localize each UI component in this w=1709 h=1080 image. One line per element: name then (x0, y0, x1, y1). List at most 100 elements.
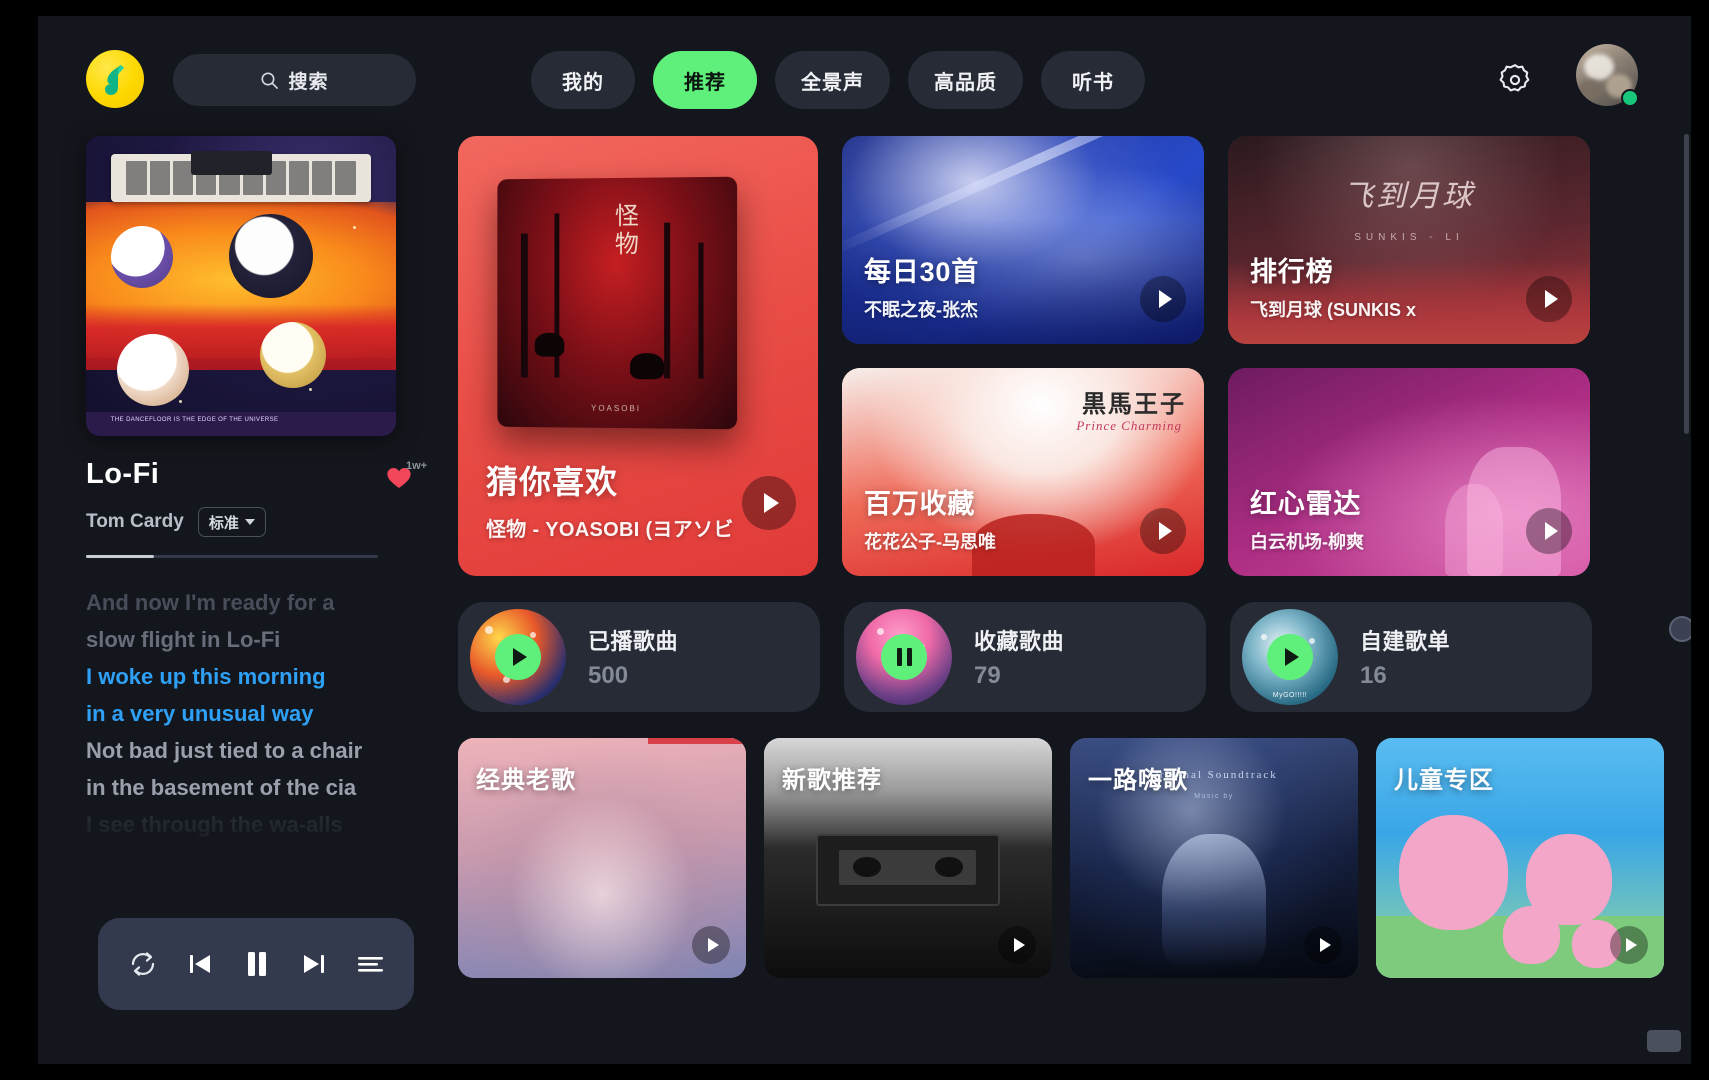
stat-card-own-playlists[interactable]: MyGO!!!!! 自建歌单 16 (1230, 602, 1592, 712)
card-title: 猜你喜欢 (486, 464, 619, 500)
card-texts: 猜你喜欢 怪物 - YOASOBI (ヨアソビ (486, 457, 734, 542)
card-art-title: 飞到月球 (1343, 180, 1475, 214)
qq-music-note-logo[interactable] (86, 50, 144, 108)
play-icon (1013, 938, 1025, 952)
play-button[interactable] (1304, 926, 1342, 964)
card-art-subtitle: SUNKIS - LI (1354, 231, 1464, 243)
stat-label: 自建歌单 (1360, 629, 1451, 654)
stat-thumb-label: MyGO!!!!! (1272, 692, 1308, 699)
page-title: Lo-Fi (86, 458, 160, 490)
card-kids-zone[interactable]: 儿童专区 (1376, 738, 1664, 978)
artist-row: Tom Cardy 标准 (86, 507, 416, 537)
card-road-trip-songs[interactable]: Original Soundtrack Music by 一路嗨歌 (1070, 738, 1358, 978)
playlist-queue-icon (358, 957, 383, 972)
repeat-icon (131, 952, 155, 976)
tab-tuijian[interactable]: 推荐 (653, 51, 757, 109)
library-stats-row: 已播歌曲 500 收藏歌曲 79 MyGO!!!!! 自建歌单 16 (458, 602, 1673, 712)
card-classic-songs[interactable]: 经典老歌 (458, 738, 746, 978)
play-button[interactable] (1140, 276, 1186, 322)
lyric-line: 'Cause my vision's 8-bit (86, 849, 335, 866)
stat-pause-button[interactable] (881, 634, 927, 680)
lyrics-panel[interactable]: And now I'm ready for a slow flight in L… (86, 584, 396, 866)
stat-card-played-songs[interactable]: 已播歌曲 500 (458, 602, 820, 712)
card-daily-30[interactable]: 每日30首 不眠之夜-张杰 (842, 136, 1204, 344)
quality-selector[interactable]: 标准 (197, 507, 266, 537)
progress-fill (86, 555, 154, 558)
category-cards-row: 经典老歌 新歌推荐 Original Soundtrack Music by 一… (458, 738, 1673, 978)
search-placeholder-text: 搜索 (288, 71, 329, 93)
search-input[interactable]: 搜索 (173, 54, 416, 106)
music-note-icon (105, 65, 124, 95)
card-subtitle: 飞到月球 (SUNKIS x (1250, 300, 1417, 320)
play-button[interactable] (1526, 276, 1572, 322)
card-subtitle: 不眠之夜-张杰 (864, 300, 978, 320)
previous-track-button[interactable] (184, 948, 216, 980)
tab-tingshu[interactable]: 听书 (1041, 51, 1145, 109)
main-content: 怪物 YOASOBI 猜你喜欢 怪物 - YOASOBI (ヨアソビ 每日30首… (458, 136, 1673, 1056)
stat-texts: 已播歌曲 500 (588, 624, 678, 690)
quality-label: 标准 (208, 514, 239, 532)
tab-gaopinzhi[interactable]: 高品质 (908, 51, 1023, 109)
hero-right-column: 每日30首 不眠之夜-张杰 飞到月球 SUNKIS - LI 排行榜 飞到月球 … (842, 136, 1590, 576)
card-new-songs[interactable]: 新歌推荐 (764, 738, 1052, 978)
stat-label: 已播歌曲 (588, 629, 679, 654)
play-button[interactable] (692, 926, 730, 964)
play-icon (1159, 290, 1172, 308)
like-count: 1w+ (406, 460, 428, 472)
play-pause-button[interactable] (240, 947, 274, 981)
letterbox-right (1691, 0, 1709, 1080)
nav-tabs: 我的 推荐 全景声 高品质 听书 (531, 51, 1145, 109)
card-art-subtitle: Prince Charming (1076, 418, 1182, 433)
stat-thumbnail (856, 609, 952, 705)
album-cover[interactable]: THE DANCEFLOOR IS THE EDGE OF THE UNIVER… (86, 136, 396, 436)
featured-art-text: 怪物 (610, 202, 637, 260)
card-title: 百万收藏 (864, 489, 976, 519)
repeat-button[interactable] (126, 947, 160, 981)
stat-count: 16 (1360, 662, 1387, 689)
tab-wode[interactable]: 我的 (531, 51, 635, 109)
lyric-line: I see through the wa-alls (86, 812, 343, 837)
lyric-line: in the basement of the cia (86, 775, 357, 800)
card-million-favorites[interactable]: 黒馬王子 Prince Charming 百万收藏 花花公子-马思唯 (842, 368, 1204, 576)
now-playing-panel: THE DANCEFLOOR IS THE EDGE OF THE UNIVER… (86, 136, 427, 1036)
next-track-button[interactable] (298, 948, 330, 980)
stat-thumbnail: MyGO!!!!! (1242, 609, 1338, 705)
play-button[interactable] (1140, 508, 1186, 554)
play-button[interactable] (742, 476, 796, 530)
card-texts: 每日30首 不眠之夜-张杰 (864, 250, 979, 322)
play-button[interactable] (998, 926, 1036, 964)
card-subtitle: 白云机场-柳爽 (1250, 532, 1364, 552)
playlist-queue-button[interactable] (354, 948, 386, 980)
stat-play-button[interactable] (1267, 634, 1313, 680)
hero-grid: 怪物 YOASOBI 猜你喜欢 怪物 - YOASOBI (ヨアソビ 每日30首… (458, 136, 1673, 576)
card-heart-radar[interactable]: 红心雷达 白云机场-柳爽 (1228, 368, 1590, 576)
playback-progress-bar[interactable] (86, 555, 378, 558)
play-icon (764, 493, 779, 513)
card-texts: 红心雷达 白云机场-柳爽 (1250, 482, 1364, 554)
play-icon (1285, 648, 1299, 666)
lyric-line-active: I woke up this morning (86, 664, 326, 689)
play-button[interactable] (1526, 508, 1572, 554)
play-icon (1625, 938, 1637, 952)
stat-card-favorite-songs[interactable]: 收藏歌曲 79 (844, 602, 1206, 712)
card-ranking[interactable]: 飞到月球 SUNKIS - LI 排行榜 飞到月球 (SUNKIS x (1228, 136, 1590, 344)
card-guess-you-like[interactable]: 怪物 YOASOBI 猜你喜欢 怪物 - YOASOBI (ヨアソビ (458, 136, 818, 576)
artist-name: Tom Cardy (86, 511, 184, 532)
gear-icon[interactable] (1496, 61, 1534, 99)
card-texts: 排行榜 飞到月球 (SUNKIS x (1250, 250, 1416, 322)
card-texts: 百万收藏 花花公子-马思唯 (864, 482, 996, 554)
hero-row-top: 每日30首 不眠之夜-张杰 飞到月球 SUNKIS - LI 排行榜 飞到月球 … (842, 136, 1590, 344)
app-window: 搜索 我的 推荐 全景声 高品质 听书 THE DANCEFLOOR IS TH… (38, 16, 1695, 1064)
avatar[interactable] (1576, 44, 1639, 107)
play-button[interactable] (1610, 926, 1648, 964)
stat-count: 500 (588, 662, 629, 689)
stat-play-button[interactable] (495, 634, 541, 680)
corner-badge (1647, 1030, 1681, 1052)
tab-quanjingsheng[interactable]: 全景声 (775, 51, 890, 109)
vertical-scrollbar[interactable] (1684, 134, 1689, 434)
previous-track-icon (190, 955, 210, 973)
like-button[interactable]: 1w+ (386, 460, 427, 495)
song-title-row: Lo-Fi 1w+ (86, 458, 427, 495)
pause-icon (248, 952, 266, 976)
chevron-down-icon (244, 519, 255, 525)
